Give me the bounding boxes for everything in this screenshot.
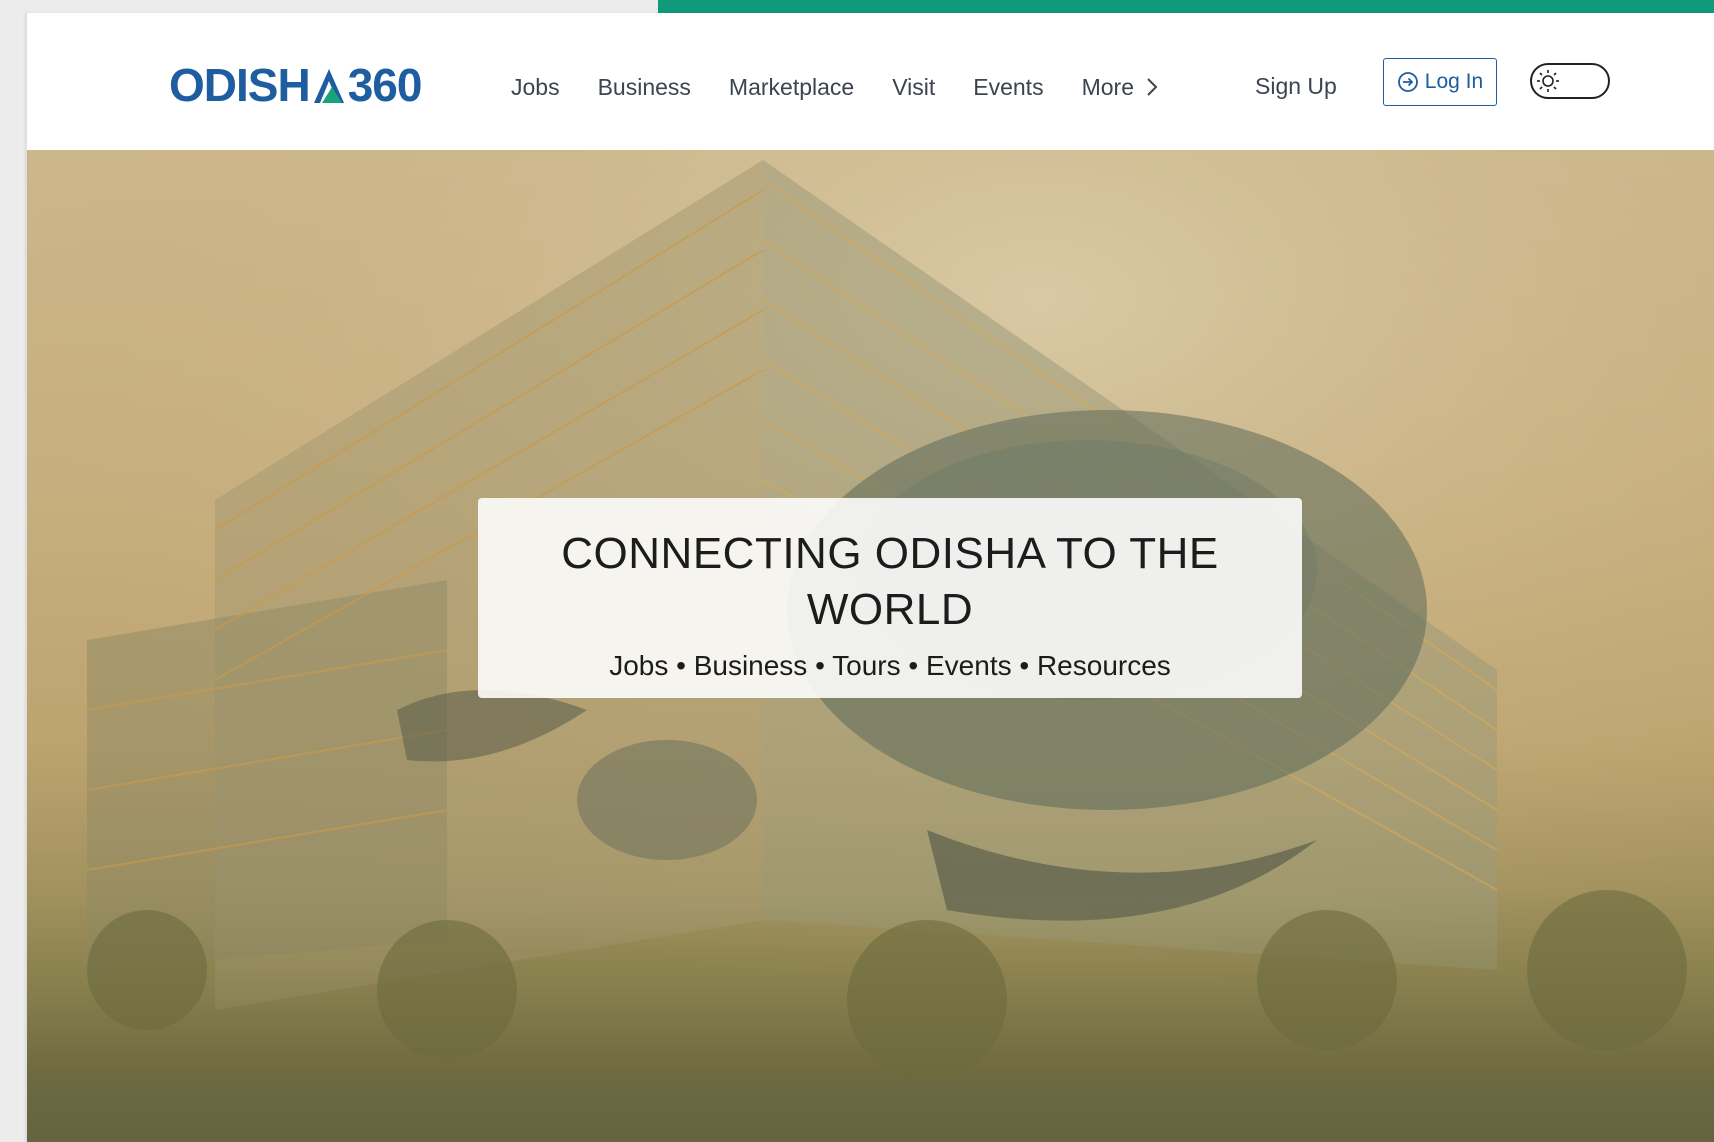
nav-item-events[interactable]: Events: [973, 74, 1043, 101]
login-label: Log In: [1424, 70, 1484, 93]
nav-item-jobs[interactable]: Jobs: [511, 74, 560, 101]
hero-banner: CONNECTING ODISHA TO THE WORLD Jobs • Bu…: [27, 150, 1714, 1142]
page: ODISH 360 Jobs Business Marketplace Visi…: [27, 13, 1714, 1142]
theme-toggle[interactable]: [1530, 63, 1610, 99]
sun-icon: [1537, 70, 1559, 92]
login-arrow-icon: [1397, 72, 1418, 92]
navbar: ODISH 360 Jobs Business Marketplace Visi…: [27, 13, 1714, 151]
hero-card: CONNECTING ODISHA TO THE WORLD Jobs • Bu…: [478, 498, 1302, 698]
hero-title: CONNECTING ODISHA TO THE WORLD: [561, 529, 1219, 634]
logo-text-right: 360: [347, 59, 423, 111]
login-button[interactable]: Log In: [1383, 58, 1497, 106]
odisha360-logo[interactable]: ODISH 360: [169, 55, 423, 115]
nav-item-more[interactable]: More: [1082, 74, 1158, 101]
signup-link[interactable]: Sign Up: [1255, 73, 1337, 100]
nav-item-business[interactable]: Business: [598, 74, 691, 101]
logo-mark-icon: [312, 63, 346, 107]
chevron-right-icon: [1147, 78, 1158, 96]
logo-text-left: ODISH: [169, 59, 311, 111]
nav-item-more-label: More: [1081, 73, 1134, 100]
top-accent-bar: [658, 0, 1714, 13]
nav-item-marketplace[interactable]: Marketplace: [729, 74, 854, 101]
nav-item-visit[interactable]: Visit: [892, 74, 935, 101]
main-nav: Jobs Business Marketplace Visit Events M…: [511, 71, 1196, 103]
hero-subtitle: Jobs • Business • Tours • Events • Resou…: [609, 650, 1171, 681]
